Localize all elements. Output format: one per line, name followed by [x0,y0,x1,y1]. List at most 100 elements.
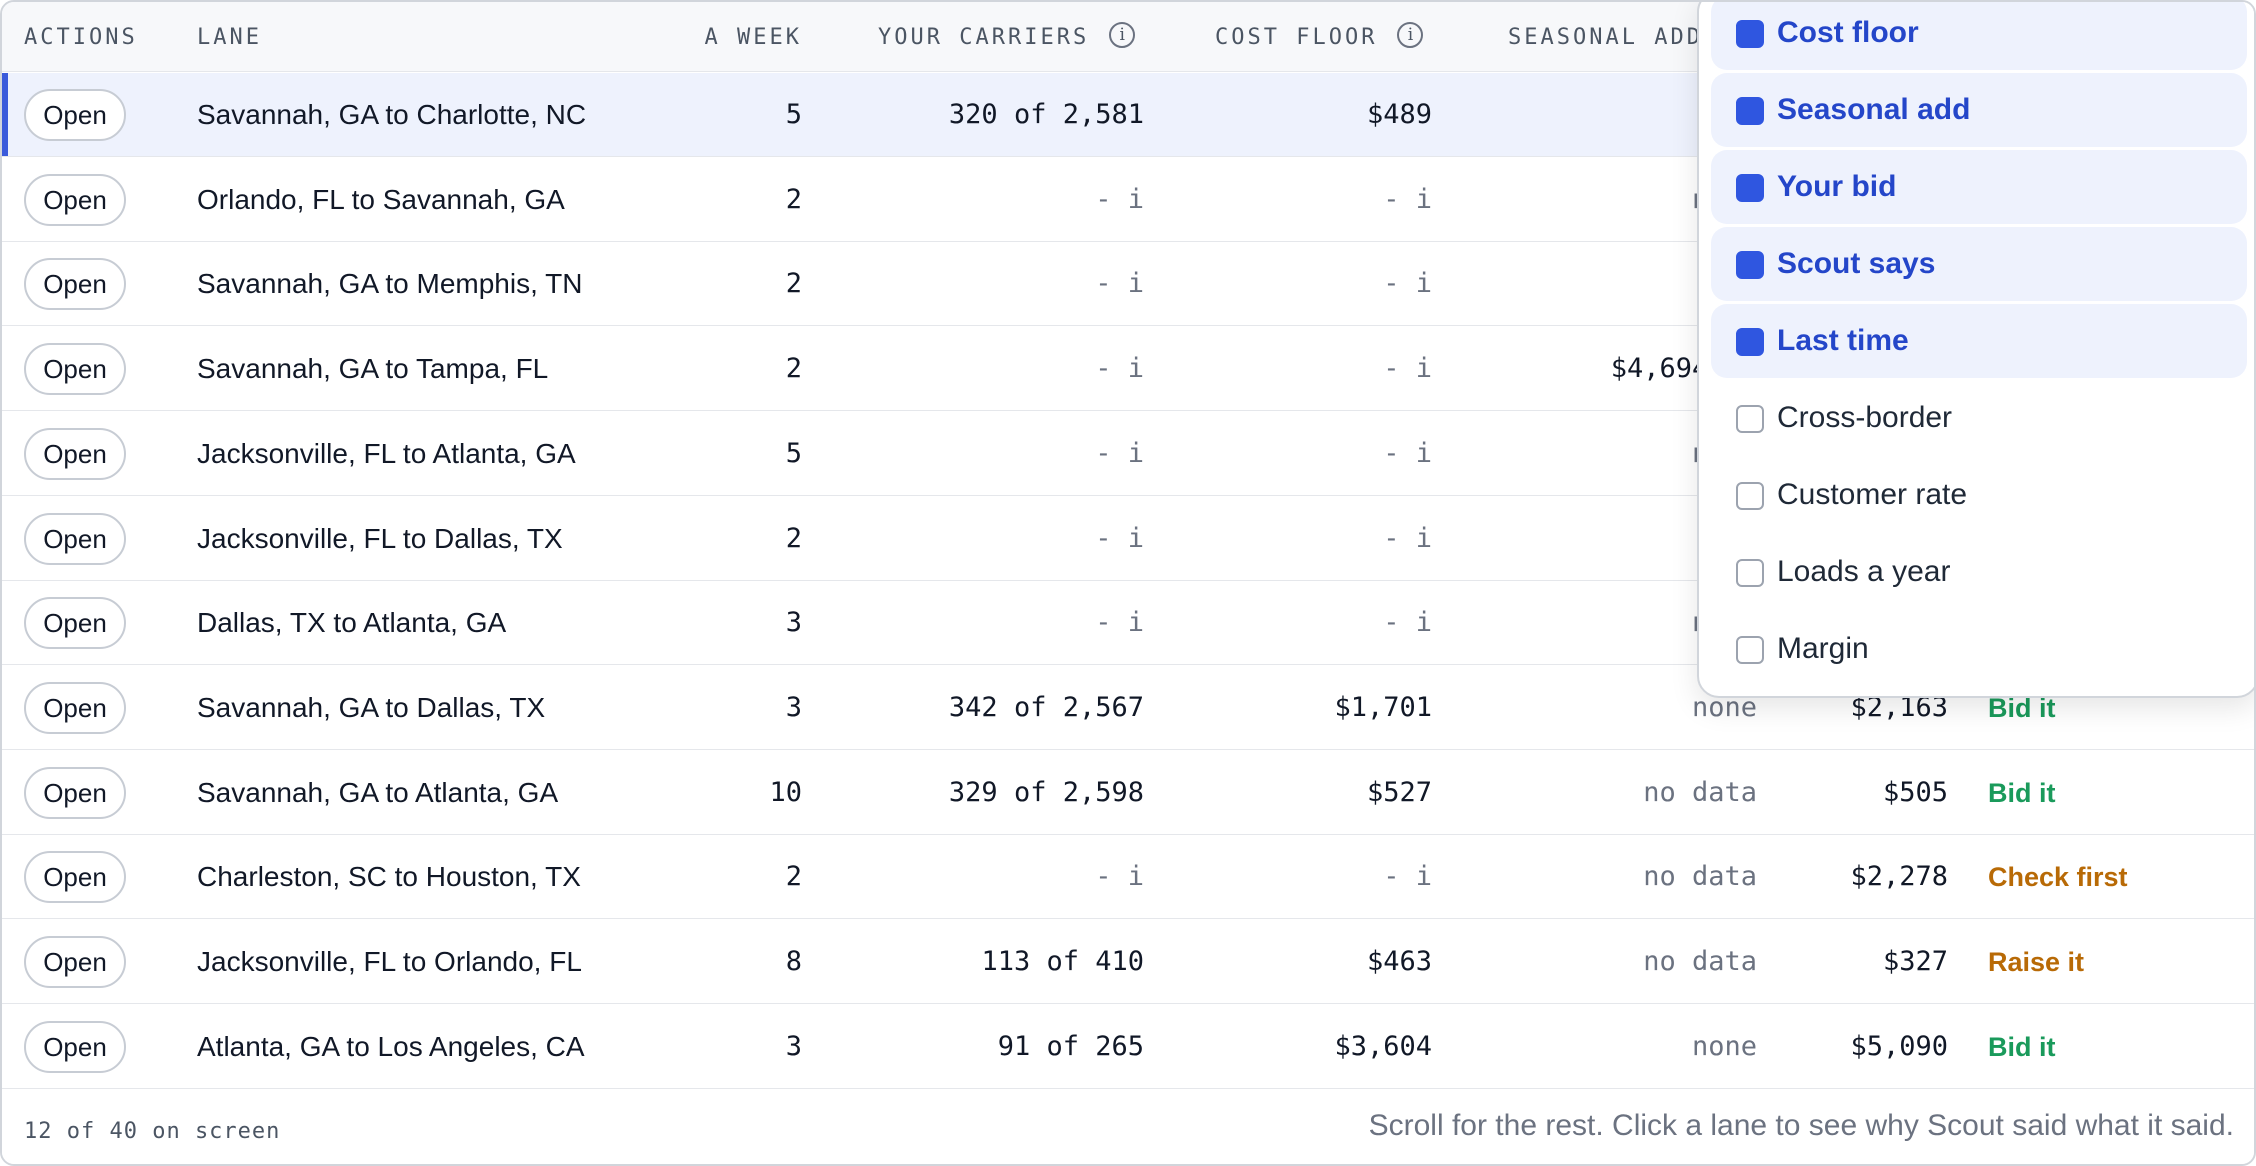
seasonal-add-value: none [1691,1030,1757,1062]
loads-per-week: 5 [785,99,802,130]
column-option[interactable]: Last time [1711,304,2247,378]
open-button[interactable]: Open [24,173,126,226]
checkbox-checked-icon[interactable] [1736,97,1764,125]
table-row[interactable]: Open Atlanta, GA to Los Angeles, CA 3 91 of… [2,1004,2254,1089]
carriers-count: 91 of 265 [997,1030,1144,1062]
checkbox-unchecked-icon[interactable] [1736,559,1764,587]
loads-per-week: 5 [785,437,802,469]
checkbox-unchecked-icon[interactable] [1736,405,1764,433]
open-button[interactable]: Open [24,1020,126,1073]
column-option[interactable]: Scout says [1711,227,2247,301]
cost-floor-value[interactable]: - i [1182,835,1432,919]
column-option[interactable]: Margin [1711,612,2247,686]
loads-per-week: 2 [785,183,802,215]
column-option-label: Cross-border [1777,401,1953,434]
column-option[interactable]: Seasonal add [1711,73,2247,147]
carriers-count[interactable]: - i [882,581,1144,665]
cost-floor-value[interactable]: - i [1182,158,1432,242]
loads-per-week: 10 [769,776,802,808]
your-bid-value: $327 [1882,946,1948,977]
lane-name: Atlanta, GA to Los Angeles, CA [197,1030,585,1062]
lane-name: Savannah, GA to Memphis, TN [197,268,583,300]
carriers-count: 329 of 2,598 [948,776,1144,808]
open-button[interactable]: Open [24,89,126,141]
lane-name: Savannah, GA to Tampa, FL [197,353,549,385]
column-option[interactable]: Loads a year [1711,535,2247,609]
open-button[interactable]: Open [24,766,126,819]
lane-name: Dallas, TX to Atlanta, GA [197,607,507,639]
carriers-count[interactable]: - i [882,242,1144,326]
open-button[interactable]: Open [24,258,126,311]
column-option[interactable]: Your bid [1711,150,2247,224]
open-button[interactable]: Open [24,851,126,904]
col-header-cost-floor[interactable]: COST FLOOR i [1215,2,1424,72]
loads-per-week: 2 [785,353,802,385]
checkbox-checked-icon[interactable] [1736,328,1764,356]
column-option-label: Scout says [1777,247,1936,280]
table-footer: 12 of 40 on screen Scroll for the rest. … [2,1089,2254,1164]
column-option-label: Seasonal add [1777,93,1971,126]
seasonal-add-value: no data [1643,861,1757,893]
loads-per-week: 2 [785,522,802,554]
carriers-count[interactable]: - i [882,327,1144,411]
col-header-cost-floor-label: COST FLOOR [1215,25,1378,50]
cost-floor-value[interactable]: - i [1182,581,1432,665]
loads-per-week: 3 [785,691,802,723]
checkbox-checked-icon[interactable] [1736,251,1764,279]
carriers-count[interactable]: - i [882,412,1144,496]
loads-per-week: 8 [785,946,802,977]
lane-name: Savannah, GA to Charlotte, NC [197,99,587,130]
checkbox-checked-icon[interactable] [1736,20,1764,48]
carriers-count: 113 of 410 [981,946,1144,977]
lane-name: Orlando, FL to Savannah, GA [197,183,565,215]
column-option-label: Loads a year [1777,555,1951,588]
table-row[interactable]: Open Charleston, SC to Houston, TX 2 - i - i… [2,835,2254,920]
column-option[interactable]: Cost floor [1711,2,2247,70]
open-button[interactable]: Open [24,512,126,565]
col-header-lane[interactable]: LANE [197,2,262,72]
open-button[interactable]: Open [24,936,126,988]
lane-name: Jacksonville, FL to Orlando, FL [197,946,582,977]
col-header-carriers-label: YOUR CARRIERS [878,25,1090,50]
cost-floor-value: $1,701 [1334,691,1432,723]
col-header-actions[interactable]: ACTIONS [24,2,138,72]
lane-name: Charleston, SC to Houston, TX [197,861,581,893]
table-row[interactable]: Open Jacksonville, FL to Orlando, FL 8 113 … [2,920,2254,1004]
checkbox-checked-icon[interactable] [1736,174,1764,202]
seasonal-add-value: no data [1643,946,1757,977]
cost-floor-value[interactable]: - i [1182,412,1432,496]
carriers-count[interactable]: - i [882,497,1144,581]
your-bid-value: $2,278 [1850,861,1948,893]
carriers-count[interactable]: - i [882,835,1144,919]
open-button[interactable]: Open [24,681,126,734]
column-option[interactable]: Cross-border [1711,381,2247,455]
cost-floor-value[interactable]: - i [1182,327,1432,411]
cost-floor-value[interactable]: - i [1182,242,1432,326]
cost-floor-value[interactable]: - i [1182,497,1432,581]
checkbox-unchecked-icon[interactable] [1736,482,1764,510]
open-button[interactable]: Open [24,597,126,650]
col-header-week[interactable]: A WEEK [642,2,802,72]
carriers-count: 342 of 2,567 [948,691,1144,723]
column-option-label: Cost floor [1777,16,1919,49]
carriers-count[interactable]: - i [882,158,1144,242]
info-icon[interactable]: i [1109,22,1136,48]
scout-verdict: Raise it [1988,947,2085,977]
column-option-label: Margin [1777,632,1869,665]
column-chooser-menu: Cost floor Seasonal add Your bid Scout says… [1697,2,2254,698]
info-icon[interactable]: i [1397,22,1424,48]
open-button[interactable]: Open [24,427,126,480]
cost-floor-value: $489 [1366,99,1432,130]
column-option-label: Last time [1777,324,1909,357]
checkbox-unchecked-icon[interactable] [1736,636,1764,664]
column-option[interactable]: Customer rate [1711,458,2247,532]
open-button[interactable]: Open [24,343,126,396]
footer-hint: Scroll for the rest. Click a lane to see… [1368,1109,2234,1142]
carriers-count: 320 of 2,581 [948,99,1144,130]
col-header-seasonal[interactable]: SEASONAL ADD [1508,2,1703,72]
lanes-table-frame: ACTIONS LANE A WEEK YOUR CARRIERS i COST … [0,0,2256,1166]
cost-floor-value: $463 [1366,946,1432,977]
col-header-carriers[interactable]: YOUR CARRIERS i [878,2,1136,72]
lane-name: Jacksonville, FL to Atlanta, GA [197,437,576,469]
table-row[interactable]: Open Savannah, GA to Atlanta, GA 10 329 of … [2,750,2254,835]
